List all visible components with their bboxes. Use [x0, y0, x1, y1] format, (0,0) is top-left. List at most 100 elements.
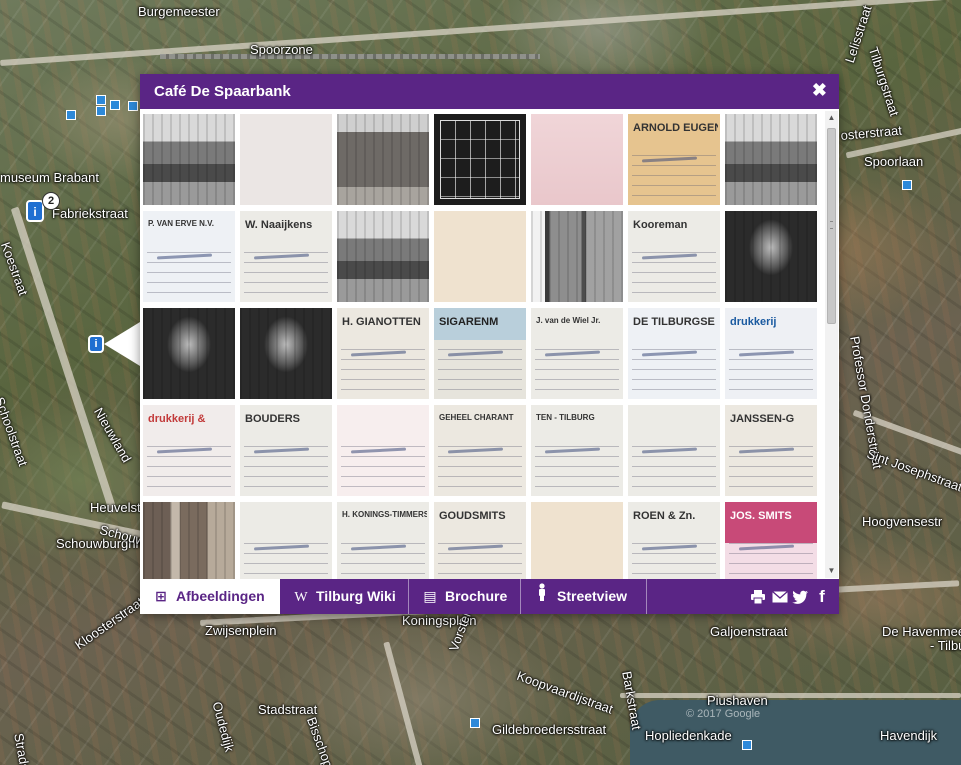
blueprint-drawing — [440, 120, 520, 199]
wiki-icon: W — [294, 590, 308, 605]
map-street-label: osterstraat — [840, 122, 903, 143]
thumbnail-caption: Kooreman — [633, 219, 688, 231]
photo-detail — [240, 308, 332, 399]
document-ruled-lines — [438, 340, 522, 393]
gallery-thumbnail[interactable]: J. van de Wiel Jr. — [531, 308, 623, 399]
gallery-thumbnail[interactable] — [531, 114, 623, 205]
close-icon[interactable]: ✖ — [812, 80, 827, 101]
map-street-label: Stradstraat — [11, 732, 38, 765]
gallery-thumbnail[interactable] — [143, 114, 235, 205]
document-ruled-lines — [147, 437, 231, 490]
gallery-thumbnail[interactable]: GOUDSMITS — [434, 502, 526, 579]
gallery-thumbnail[interactable]: H. KONINGS-TIMMERS — [337, 502, 429, 579]
email-icon[interactable] — [770, 579, 790, 614]
gallery-thumbnail[interactable] — [143, 502, 235, 579]
gallery-thumbnail[interactable]: P. VAN ERVE N.V. — [143, 211, 235, 302]
gallery-thumbnail[interactable]: H. GIANOTTEN — [337, 308, 429, 399]
map-road — [620, 693, 961, 698]
gallery-thumbnail[interactable]: DE TILBURGSE — [628, 308, 720, 399]
print-icon[interactable] — [748, 579, 768, 614]
gallery-thumbnail[interactable]: drukkerij — [725, 308, 817, 399]
map-street-label: Havendijk — [880, 728, 938, 743]
gallery-thumbnail[interactable] — [240, 502, 332, 579]
gallery-thumbnail[interactable] — [725, 114, 817, 205]
cluster-count-badge[interactable]: 2 — [42, 192, 60, 210]
bus-stop-icon[interactable] — [128, 101, 138, 111]
thumbnail-caption: JANSSEN-G — [730, 413, 795, 425]
gallery-thumbnail[interactable] — [628, 405, 720, 496]
map-street-label: Kloosterstraat — [72, 593, 147, 653]
facebook-icon[interactable]: f — [812, 579, 832, 614]
bus-stop-icon[interactable] — [470, 718, 480, 728]
gallery-thumbnail[interactable]: ROEN & Zn. — [628, 502, 720, 579]
gallery-thumbnail[interactable] — [240, 308, 332, 399]
gallery-thumbnail[interactable] — [240, 114, 332, 205]
bus-stop-icon[interactable] — [110, 100, 120, 110]
map-street-label: Barkstraat — [619, 670, 645, 731]
gallery-scrollbar[interactable]: ▲ ▼ — [825, 111, 838, 578]
gallery-thumbnail[interactable] — [337, 114, 429, 205]
document-ruled-lines — [438, 437, 522, 490]
map-railway — [160, 54, 540, 59]
gallery-thumbnail[interactable] — [434, 211, 526, 302]
document-ruled-lines — [729, 437, 813, 490]
bus-stop-icon[interactable] — [66, 110, 76, 120]
tab-label: Tilburg Wiki — [316, 588, 396, 604]
gallery-thumbnail[interactable] — [725, 211, 817, 302]
bus-stop-icon[interactable] — [742, 740, 752, 750]
document-ruled-lines — [632, 534, 716, 579]
scrollbar-thumb[interactable] — [827, 128, 836, 324]
gallery-thumbnail[interactable]: GEHEEL CHARANT — [434, 405, 526, 496]
gallery-thumbnail[interactable] — [531, 502, 623, 579]
twitter-icon[interactable] — [790, 579, 810, 614]
tab-tilburg-wiki[interactable]: W Tilburg Wiki — [280, 579, 409, 614]
photo-detail — [143, 114, 235, 205]
map-street-label: Tilburgstraat — [865, 45, 903, 118]
gallery-thumbnail[interactable]: SIGARENM — [434, 308, 526, 399]
tab-brochure[interactable]: ▤ Brochure — [409, 579, 521, 614]
document-ruled-lines — [632, 437, 716, 490]
image-gallery[interactable]: ARNOLD EUGEN P. VAN ERVE N.V. W. Naaijkens… — [140, 109, 828, 579]
photo-detail — [143, 308, 235, 399]
photo-detail — [337, 114, 429, 205]
scroll-up-icon[interactable]: ▲ — [825, 111, 838, 125]
gallery-thumbnail[interactable] — [143, 308, 235, 399]
gallery-thumbnail[interactable] — [337, 211, 429, 302]
gallery-thumbnail[interactable]: JOS. SMITS — [725, 502, 817, 579]
bus-stop-icon[interactable] — [902, 180, 912, 190]
scroll-down-icon[interactable]: ▼ — [825, 564, 838, 578]
pegman-icon — [533, 580, 551, 615]
gallery-thumbnail[interactable]: ARNOLD EUGEN — [628, 114, 720, 205]
gallery-thumbnail[interactable] — [531, 211, 623, 302]
document-ruled-lines — [632, 243, 716, 296]
photo-detail — [725, 114, 817, 205]
map-street-label: Spoorlaan — [864, 154, 924, 169]
gallery-thumbnail[interactable]: W. Naaijkens — [240, 211, 332, 302]
thumbnail-caption: H. KONINGS-TIMMERS — [342, 510, 427, 519]
document-ruled-lines — [535, 340, 619, 393]
document-ruled-lines — [729, 534, 813, 579]
gallery-thumbnail[interactable]: BOUDERS — [240, 405, 332, 496]
tab-label: Streetview — [557, 588, 628, 604]
gallery-thumbnail[interactable]: TEN - TILBURG — [531, 405, 623, 496]
poi-marker-selected[interactable]: i — [88, 335, 104, 353]
gallery-thumbnail[interactable] — [337, 405, 429, 496]
poi-cluster-marker[interactable]: i — [26, 200, 44, 222]
gallery-thumbnail[interactable]: JANSSEN-G — [725, 405, 817, 496]
gallery-thumbnail[interactable]: drukkerij & — [143, 405, 235, 496]
document-ruled-lines — [147, 243, 231, 296]
tab-streetview[interactable]: Streetview — [521, 579, 647, 614]
map-street-label: Bisschop Zw — [303, 715, 344, 765]
map-copyright: © 2017 Google — [686, 708, 761, 720]
gallery-thumbnail[interactable] — [434, 114, 526, 205]
thumbnail-caption: ROEN & Zn. — [633, 510, 696, 522]
gallery-thumbnail[interactable]: Kooreman — [628, 211, 720, 302]
document-icon: ▤ — [423, 589, 437, 605]
bus-stop-icon[interactable] — [96, 95, 106, 105]
thumbnail-caption: drukkerij & — [148, 413, 206, 425]
photo-detail — [143, 502, 235, 579]
thumbnail-caption: TEN - TILBURG — [536, 413, 595, 422]
tab-afbeeldingen[interactable]: ⊞ Afbeeldingen — [140, 579, 280, 614]
bus-stop-icon[interactable] — [96, 106, 106, 116]
thumbnail-caption: drukkerij — [730, 316, 777, 328]
